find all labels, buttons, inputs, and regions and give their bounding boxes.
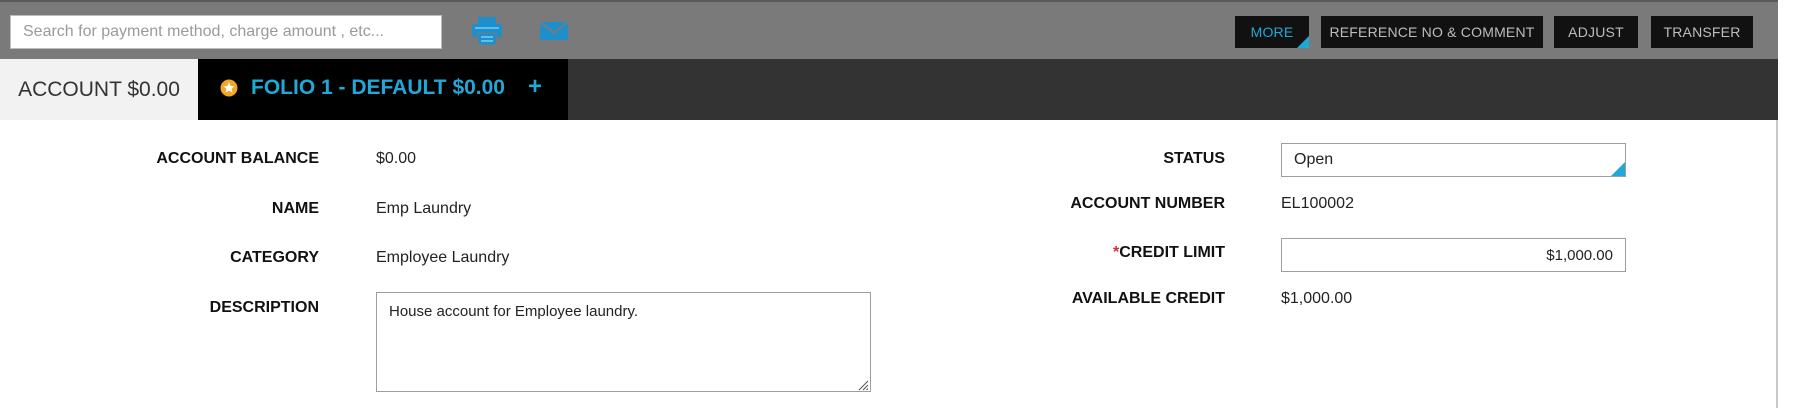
name-value: Emp Laundry [376,200,472,217]
printer-icon[interactable] [470,16,504,46]
dropdown-corner-icon [1611,162,1625,176]
status-select[interactable]: Open [1281,143,1626,177]
available-credit-value: $1,000.00 [1281,290,1353,307]
name-label: NAME [271,200,319,217]
status-label: STATUS [1163,150,1225,167]
account-balance-value: $0.00 [376,150,417,167]
category-label: CATEGORY [230,249,319,266]
dropdown-corner-icon [1297,36,1309,48]
available-credit-label: AVAILABLE CREDIT [1071,290,1225,307]
category-value: Employee Laundry [376,249,510,266]
account-number-value: EL100002 [1281,195,1354,212]
credit-limit-input[interactable] [1281,238,1626,272]
resize-handle-icon[interactable] [857,378,869,391]
status-select-value: Open [1294,151,1334,168]
star-icon [220,79,238,97]
page-margin [1778,0,1799,408]
toolbar: MORE REFERENCE NO & COMMENT ADJUST TRANS… [0,0,1778,59]
tab-bar: ACCOUNT $0.00 FOLIO 1 - DEFAULT $0.00 + [0,59,1778,120]
tab-account-label: ACCOUNT $0.00 [18,77,180,101]
account-balance-label: ACCOUNT BALANCE [156,150,319,167]
account-folio-window: MORE REFERENCE NO & COMMENT ADJUST TRANS… [0,0,1778,408]
tab-folio-1[interactable]: FOLIO 1 - DEFAULT $0.00 + [198,59,568,120]
credit-limit-label: *CREDIT LIMIT [1113,244,1225,262]
description-textarea[interactable] [376,292,871,392]
more-button[interactable]: MORE [1235,16,1309,48]
add-folio-button[interactable]: + [528,73,542,101]
tab-folio-label: FOLIO 1 - DEFAULT $0.00 [251,76,505,99]
credit-limit-label-text: CREDIT LIMIT [1119,244,1225,261]
adjust-button[interactable]: ADJUST [1554,16,1638,48]
mail-icon[interactable] [537,16,571,46]
reference-comment-button[interactable]: REFERENCE NO & COMMENT [1321,16,1543,48]
tab-account[interactable]: ACCOUNT $0.00 [0,59,198,120]
description-label: DESCRIPTION [209,299,319,316]
more-button-label: MORE [1250,24,1294,40]
transfer-button[interactable]: TRANSFER [1651,16,1753,48]
search-input[interactable] [10,15,442,49]
account-number-label: ACCOUNT NUMBER [1070,195,1225,212]
